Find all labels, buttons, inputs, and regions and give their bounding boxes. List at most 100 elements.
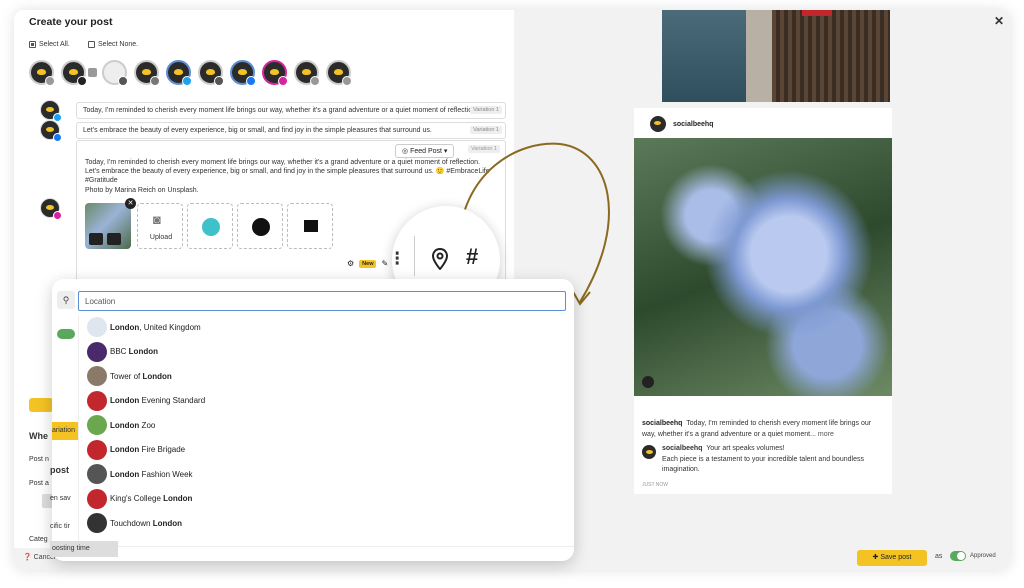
pier-sign xyxy=(802,10,832,16)
account-avatar[interactable] xyxy=(102,60,128,86)
boosting-time-option[interactable]: oosting time xyxy=(50,541,118,557)
location-result[interactable]: London Zoo xyxy=(87,414,155,436)
save-post-button[interactable]: ✚ Save post xyxy=(857,550,927,566)
location-match: London xyxy=(110,469,140,479)
location-pin-icon[interactable] xyxy=(432,248,448,270)
profile-badge-icon xyxy=(310,76,320,86)
bee-logo-icon xyxy=(46,127,54,132)
avatar xyxy=(650,116,666,132)
magic-wand-icon[interactable]: ✎ xyxy=(381,259,388,268)
comment-body: socialbeehq Your art speaks volumes! Eac… xyxy=(662,444,886,476)
location-result-label: London Evening Standard xyxy=(110,396,205,405)
canva-button[interactable] xyxy=(187,203,233,249)
account-avatar[interactable] xyxy=(134,60,160,86)
account-avatar[interactable] xyxy=(230,60,256,86)
location-match: London xyxy=(110,420,140,430)
edit-image-icon[interactable] xyxy=(89,233,103,245)
location-match: London xyxy=(142,371,172,381)
bee-logo-icon xyxy=(37,69,46,75)
select-none-label: Select None. xyxy=(98,41,139,48)
location-result[interactable]: London Fashion Week xyxy=(87,463,193,485)
location-dropdown: ⚲ Location London, United Kingdom BBC Lon… xyxy=(52,279,574,561)
partial-icon: ⁝ xyxy=(394,248,401,270)
location-result-label: London Fire Brigade xyxy=(110,445,185,454)
unsplash-button[interactable] xyxy=(287,203,333,249)
more-link[interactable]: more xyxy=(818,431,834,438)
post-header: socialbeehq xyxy=(650,116,713,132)
select-all-checkbox[interactable]: Select All. xyxy=(29,41,70,48)
variation-text: Today, I'm reminded to cherish every mom… xyxy=(83,107,477,114)
account-avatar[interactable] xyxy=(326,60,352,86)
location-result-label: London Zoo xyxy=(110,421,155,430)
add-button[interactable] xyxy=(29,398,53,412)
post-at-option[interactable]: Post a xyxy=(29,480,49,487)
upload-button[interactable]: ◙ Upload xyxy=(137,203,183,249)
variation-text-facebook[interactable]: Let's embrace the beauty of every experi… xyxy=(76,122,506,139)
location-logo-icon xyxy=(87,390,107,411)
account-avatar[interactable] xyxy=(198,60,224,86)
profile-badge-icon xyxy=(118,76,128,86)
approved-toggle[interactable] xyxy=(950,551,966,561)
remove-image-icon[interactable]: ✕ xyxy=(125,198,136,209)
gif-button[interactable] xyxy=(237,203,283,249)
instagram-badge-icon xyxy=(278,76,288,86)
location-logo-icon xyxy=(87,415,107,435)
profile-badge-icon xyxy=(45,76,55,86)
location-logo-icon xyxy=(87,439,107,460)
bee-logo-icon xyxy=(206,69,215,75)
account-avatar[interactable] xyxy=(29,60,55,86)
variation-text: Let's embrace the beauty of every experi… xyxy=(83,127,432,134)
location-result[interactable]: London Evening Standard xyxy=(87,390,205,412)
location-result[interactable]: Tower of London xyxy=(87,365,172,387)
user-tag-icon[interactable] xyxy=(642,376,654,388)
account-avatar[interactable] xyxy=(166,60,192,86)
location-result[interactable]: King's College London xyxy=(87,488,192,510)
then-save-label: en sav xyxy=(50,495,71,502)
bee-logo-icon xyxy=(174,69,183,75)
location-search-input[interactable]: Location xyxy=(78,291,566,311)
location-result-label: Tower of London xyxy=(110,372,172,381)
category-field[interactable]: Categ xyxy=(29,536,48,543)
attached-image-thumbnail[interactable]: ✕ xyxy=(85,198,136,249)
new-badge: New xyxy=(359,259,377,268)
tag-image-icon[interactable] xyxy=(107,233,121,245)
location-suffix: Fire Brigade xyxy=(139,445,186,454)
toggle-switch[interactable] xyxy=(57,329,75,339)
canva-icon xyxy=(202,218,220,236)
location-result[interactable]: Touchdown London xyxy=(87,512,182,534)
location-result[interactable]: London, United Kingdom xyxy=(87,316,201,338)
profile-badge-icon xyxy=(214,76,224,86)
twitter-account-avatar xyxy=(40,100,62,122)
location-results-list: London, United Kingdom BBC London Tower of… xyxy=(78,315,574,547)
post-now-option[interactable]: Post n xyxy=(29,456,49,463)
account-avatar[interactable] xyxy=(61,60,87,86)
avatar xyxy=(642,445,656,459)
editor-toolbar: ⚙ New ✎ xyxy=(347,259,388,268)
bee-logo-icon xyxy=(46,107,54,112)
variation-text-twitter[interactable]: Today, I'm reminded to cherish every mom… xyxy=(76,102,506,119)
location-result[interactable]: London Fire Brigade xyxy=(87,439,185,461)
variation-tag: Variation 1 xyxy=(470,106,502,114)
hashtag-icon[interactable]: # xyxy=(466,244,478,270)
account-avatar[interactable] xyxy=(294,60,320,86)
page-title: Create your post xyxy=(29,16,113,28)
location-match: London xyxy=(163,494,193,503)
ai-icon[interactable]: ⚙ xyxy=(347,259,354,268)
account-avatar[interactable] xyxy=(262,60,288,86)
specific-time-option[interactable]: cific tir xyxy=(50,523,70,530)
bee-logo-icon xyxy=(142,69,151,75)
comment-user: socialbeehq xyxy=(662,445,703,452)
location-match: London xyxy=(110,396,140,405)
post-heading: post xyxy=(50,465,69,475)
upload-label: Upload xyxy=(149,234,173,241)
close-icon[interactable]: ✕ xyxy=(994,14,1004,28)
select-none-checkbox[interactable]: Select None. xyxy=(88,41,138,48)
location-logo-icon xyxy=(87,366,107,386)
location-logo-icon xyxy=(87,317,107,337)
when-heading: Whe xyxy=(29,431,48,441)
variation-button[interactable]: ariation xyxy=(52,422,78,440)
variation-tag: Variation 1 xyxy=(470,126,502,134)
caption-user: socialbeehq xyxy=(642,420,683,427)
location-result[interactable]: BBC London xyxy=(87,341,158,363)
tiktok-badge-icon xyxy=(77,76,87,86)
